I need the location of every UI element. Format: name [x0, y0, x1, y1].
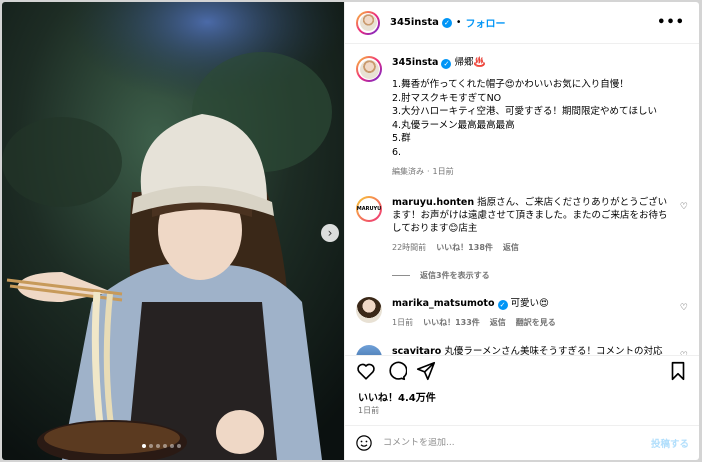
meta-dot: · — [427, 167, 430, 176]
comment-username[interactable]: marika_matsumoto — [392, 298, 495, 309]
caption-line: 2.肘マスクキモすぎてNO — [392, 92, 502, 104]
caption-line: 5.群 — [392, 133, 411, 144]
comment-username[interactable]: scavitaro — [392, 346, 441, 355]
comment: scavitaro 丸優ラーメンさん美味そうすぎる！コメントの対応 ♡ — [356, 345, 688, 355]
comments-list[interactable]: 345insta ✓ 帰郷♨️ 1.舞香が作ってくれた帽子😍かわいいお気に入り自慢… — [345, 44, 699, 355]
comment-time[interactable]: 22時間前 — [392, 241, 426, 254]
edited-label: 編集済み — [392, 167, 424, 176]
bookmark-icon[interactable] — [667, 360, 689, 382]
carousel-dot — [149, 444, 153, 448]
post-comment-button[interactable]: 投稿する — [651, 436, 689, 450]
commenter-avatar[interactable] — [356, 297, 382, 323]
post-header: 345insta ✓ • フォロー ••• — [345, 2, 699, 44]
comment-likes[interactable]: いいね！138件 — [436, 241, 493, 254]
translate-button[interactable]: 翻訳を見る — [516, 316, 556, 329]
comment-likes[interactable]: いいね！133件 — [423, 316, 480, 329]
carousel-dot — [163, 444, 167, 448]
carousel-dot — [177, 444, 181, 448]
comment-input[interactable] — [383, 438, 651, 448]
comment-username[interactable]: maruyu.honten — [392, 197, 474, 208]
caption: 345insta ✓ 帰郷♨️ 1.舞香が作ってくれた帽子😍かわいいお気に入り自慢… — [356, 56, 688, 178]
author-avatar[interactable] — [356, 10, 380, 35]
follow-button[interactable]: フォロー — [466, 15, 506, 30]
commenter-avatar[interactable] — [356, 345, 382, 355]
carousel-dot — [170, 444, 174, 448]
likes-count[interactable]: いいね！4.4万件 — [358, 389, 436, 404]
chevron-right-icon: › — [327, 226, 333, 240]
send-icon[interactable] — [415, 360, 437, 382]
verified-badge-icon: ✓ — [441, 17, 452, 28]
emoji-icon[interactable] — [355, 434, 373, 452]
verified-badge-icon: ✓ — [441, 59, 452, 69]
post-side-panel: 345insta ✓ • フォロー ••• 345insta ✓ 帰郷♨️ 1.舞… — [344, 2, 699, 460]
commenter-avatar[interactable]: MARUYU — [356, 196, 382, 222]
instagram-post: › 345insta ✓ • フォロー ••• 345insta ✓ 帰郷♨️ … — [2, 2, 699, 460]
caption-line: 6. — [392, 146, 402, 158]
carousel-dot — [142, 444, 146, 448]
view-replies-label: 返信3件を表示する — [420, 271, 490, 280]
view-replies-button[interactable]: 返信3件を表示する — [392, 270, 688, 281]
verified-badge-icon: ✓ — [497, 300, 508, 310]
reply-button[interactable]: 返信 — [503, 241, 519, 254]
comment-time[interactable]: 1日前 — [392, 316, 413, 329]
comment-like-heart-icon[interactable]: ♡ — [680, 303, 688, 313]
header-separator: • — [455, 17, 462, 28]
screen-background: › 345insta ✓ • フォロー ••• 345insta ✓ 帰郷♨️ … — [0, 0, 702, 462]
reply-button[interactable]: 返信 — [490, 316, 506, 329]
carousel-dot — [156, 444, 160, 448]
post-media[interactable]: › — [2, 2, 344, 460]
carousel-next-button[interactable]: › — [321, 224, 339, 242]
caption-line: 4.丸優ラーメン最高最高最高 — [392, 119, 515, 131]
action-bar — [345, 355, 699, 385]
post-photo — [2, 2, 344, 460]
author-username[interactable]: 345insta — [390, 17, 439, 28]
comment-icon[interactable] — [385, 360, 407, 382]
comment-text: 丸優ラーメンさん美味そうすぎる！コメントの対応 — [444, 346, 663, 355]
caption-username[interactable]: 345insta — [392, 57, 438, 68]
heart-icon[interactable] — [355, 360, 377, 382]
caption-line: 1.舞香が作ってくれた帽子😍かわいいお気に入り自慢！ — [392, 79, 629, 90]
caption-time[interactable]: 1日前 — [433, 165, 454, 178]
comment-like-heart-icon[interactable]: ♡ — [680, 202, 688, 212]
comment: MARUYU maruyu.honten 指原さん、ご来店くださりありがとうござ… — [356, 196, 688, 254]
post-date: 1日前 — [358, 406, 380, 415]
comment: marika_matsumoto ✓ 可愛い😍 1日前 いいね！133件 返信 翻… — [356, 297, 688, 329]
caption-title: 帰郷♨️ — [454, 57, 486, 68]
caption-avatar[interactable] — [356, 56, 382, 82]
add-comment-bar: 投稿する — [345, 425, 699, 460]
carousel-dots — [142, 444, 181, 448]
caption-line: 3.大分ハローキティ空港、可愛すぎる！期間限定やめてほしい — [392, 106, 657, 117]
comment-text: 可愛い😍 — [510, 298, 549, 309]
more-options-icon[interactable]: ••• — [657, 15, 685, 30]
